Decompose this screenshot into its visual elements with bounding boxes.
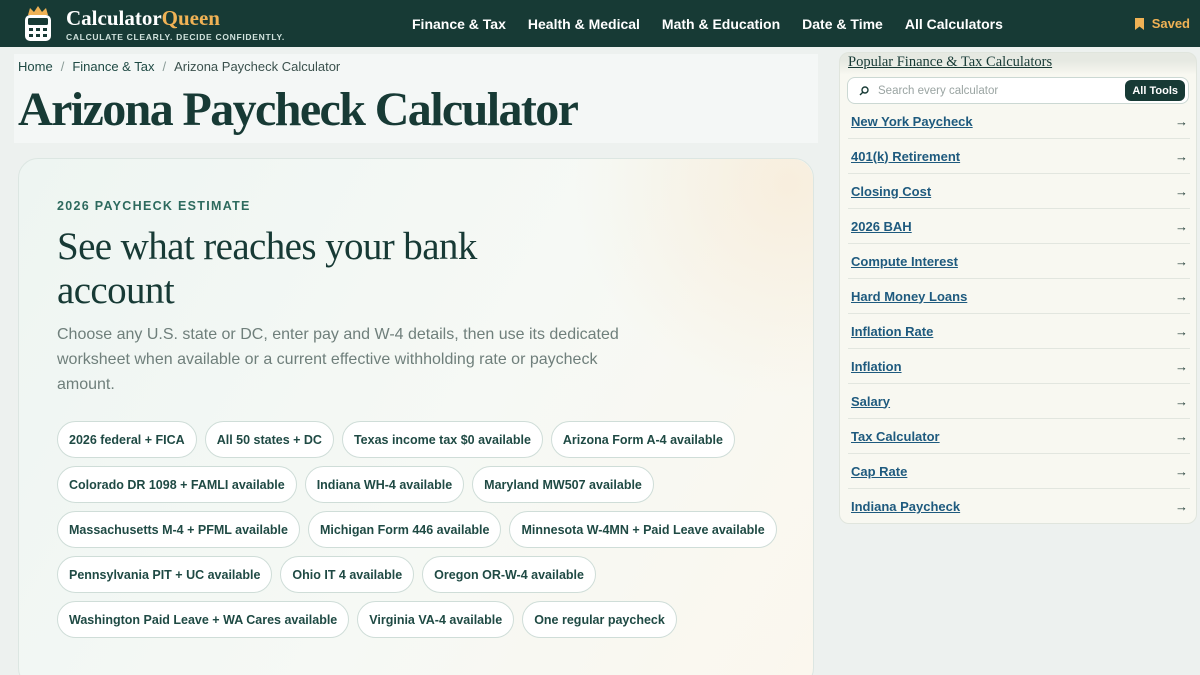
search-input[interactable]: [878, 84, 1118, 97]
hero-eyebrow: 2026 PAYCHECK ESTIMATE: [57, 199, 251, 213]
arrow-right-icon: →: [1175, 499, 1188, 514]
link-label: Inflation Rate: [851, 323, 934, 339]
arrow-right-icon: →: [1175, 428, 1188, 444]
link-label: Indiana Paycheck: [851, 499, 961, 514]
saved-label: Saved: [1151, 16, 1190, 31]
brand-name: CalculatorQueen: [66, 7, 285, 29]
link-label: 2026 BAH: [851, 218, 912, 234]
popular-calculators-sidebar: Popular Finance & Tax Calculators All To…: [839, 52, 1197, 524]
calculator-link-compute-interest[interactable]: Compute Interest →: [848, 244, 1190, 279]
nav-math-education[interactable]: Math & Education: [662, 16, 780, 32]
breadcrumb-separator: /: [162, 59, 167, 74]
feature-chip: Virginia VA-4 available: [357, 601, 515, 638]
breadcrumb-home[interactable]: Home: [18, 59, 53, 74]
feature-chip: 2026 federal + FICA: [57, 421, 197, 458]
calculator-link-401k-retirement[interactable]: 401(k) Retirement →: [848, 139, 1190, 174]
page-title: Arizona Paycheck Calculator: [18, 83, 579, 136]
arrow-right-icon: →: [1175, 253, 1188, 269]
feature-chip: One regular paycheck: [522, 601, 677, 638]
calculator-crown-icon: [25, 6, 51, 41]
top-nav-bar: CalculatorQueen CALCULATE CLEARLY. DECID…: [0, 0, 1200, 47]
title-panel: Home / Finance & Tax / Arizona Paycheck …: [14, 54, 818, 143]
feature-chip: Indiana WH-4 available: [304, 466, 465, 503]
link-label: Salary: [851, 393, 891, 409]
brand-name-accent: Queen: [161, 5, 220, 30]
breadcrumb-finance-tax[interactable]: Finance & Tax: [72, 59, 154, 74]
brand-tagline: CALCULATE CLEARLY. DECIDE CONFIDENTLY.: [66, 31, 285, 42]
nav-finance-tax[interactable]: Finance & Tax: [412, 16, 506, 32]
link-label: 401(k) Retirement: [851, 148, 961, 164]
nav-date-time[interactable]: Date & Time: [802, 16, 883, 32]
breadcrumb: Home / Finance & Tax / Arizona Paycheck …: [18, 59, 340, 74]
arrow-right-icon: →: [1175, 148, 1188, 164]
calculator-link-tax-calculator[interactable]: Tax Calculator →: [848, 419, 1190, 454]
feature-chip: All 50 states + DC: [204, 421, 334, 458]
feature-chip: Michigan Form 446 available: [307, 511, 502, 548]
paycheck-estimate-card: 2026 PAYCHECK ESTIMATE See what reaches …: [18, 158, 814, 675]
link-label: New York Paycheck: [851, 113, 973, 129]
calculator-link-salary[interactable]: Salary →: [848, 384, 1190, 419]
calculator-link-2026-bah[interactable]: 2026 BAH →: [848, 209, 1190, 244]
link-label: Hard Money Loans: [851, 288, 968, 304]
calculator-link-inflation-rate[interactable]: Inflation Rate →: [848, 314, 1190, 349]
arrow-right-icon: →: [1175, 288, 1188, 304]
sidebar-title[interactable]: Popular Finance & Tax Calculators: [848, 54, 1052, 71]
feature-chip: Ohio IT 4 available: [280, 556, 415, 593]
brand: CalculatorQueen CALCULATE CLEARLY. DECID…: [66, 7, 285, 42]
link-label: Compute Interest: [851, 253, 958, 269]
breadcrumb-separator: /: [60, 59, 65, 74]
nav-all-calculators[interactable]: All Calculators: [905, 16, 1003, 32]
breadcrumb-current: Arizona Paycheck Calculator: [174, 59, 341, 74]
nav-health-medical[interactable]: Health & Medical: [528, 16, 640, 32]
feature-chip: Pennsylvania PIT + UC available: [57, 556, 273, 593]
feature-chip: Massachusetts M-4 + PFML available: [57, 511, 300, 548]
calculator-link-cap-rate[interactable]: Cap Rate →: [848, 454, 1190, 489]
arrow-right-icon: →: [1175, 463, 1188, 479]
brand-name-main: Calculator: [66, 5, 162, 30]
calculator-link-closing-cost[interactable]: Closing Cost →: [848, 174, 1190, 209]
arrow-right-icon: →: [1175, 323, 1188, 339]
calculator-link-hard-money-loans[interactable]: Hard Money Loans →: [848, 279, 1190, 314]
calculator-link-list: New York Paycheck → 401(k) Retirement → Cl…: [848, 104, 1190, 523]
feature-chip: Colorado DR 1098 + FAMLI available: [57, 466, 297, 503]
feature-chips: 2026 federal + FICA All 50 states + DC T…: [57, 421, 797, 646]
calculator-link-new-york-paycheck[interactable]: New York Paycheck →: [848, 104, 1190, 139]
calculator-link-indiana-paycheck[interactable]: Indiana Paycheck →: [848, 489, 1190, 523]
calculator-search: All Tools: [847, 77, 1189, 104]
arrow-right-icon: →: [1175, 358, 1188, 374]
feature-chip: Washington Paid Leave + WA Cares availab…: [57, 601, 350, 638]
arrow-right-icon: →: [1175, 218, 1188, 234]
link-label: Cap Rate: [851, 463, 908, 479]
feature-chip: Texas income tax $0 available: [341, 421, 543, 458]
main-nav: Finance & Tax Health & Medical Math & Ed…: [412, 0, 1025, 47]
arrow-right-icon: →: [1175, 183, 1188, 199]
calculator-link-inflation[interactable]: Inflation →: [848, 349, 1190, 384]
saved-button[interactable]: Saved: [1134, 0, 1190, 47]
link-label: Closing Cost: [851, 183, 932, 199]
hero-description: Choose any U.S. state or DC, enter pay a…: [57, 326, 619, 393]
feature-chip: Arizona Form A-4 available: [550, 421, 735, 458]
bookmark-icon: [1134, 17, 1144, 30]
link-label: Tax Calculator: [851, 428, 940, 444]
feature-chip: Minnesota W-4MN + Paid Leave available: [509, 511, 777, 548]
link-label: Inflation: [851, 358, 902, 374]
feature-chip: Maryland MW507 available: [472, 466, 654, 503]
hero-heading: See what reaches your bank account: [57, 225, 477, 312]
search-icon: [859, 85, 869, 95]
all-tools-button[interactable]: All Tools: [1125, 80, 1185, 101]
arrow-right-icon: →: [1175, 113, 1188, 129]
feature-chip: Oregon OR-W-4 available: [422, 556, 596, 593]
arrow-right-icon: →: [1175, 393, 1188, 409]
site-logo[interactable]: CalculatorQueen CALCULATE CLEARLY. DECID…: [22, 6, 285, 42]
